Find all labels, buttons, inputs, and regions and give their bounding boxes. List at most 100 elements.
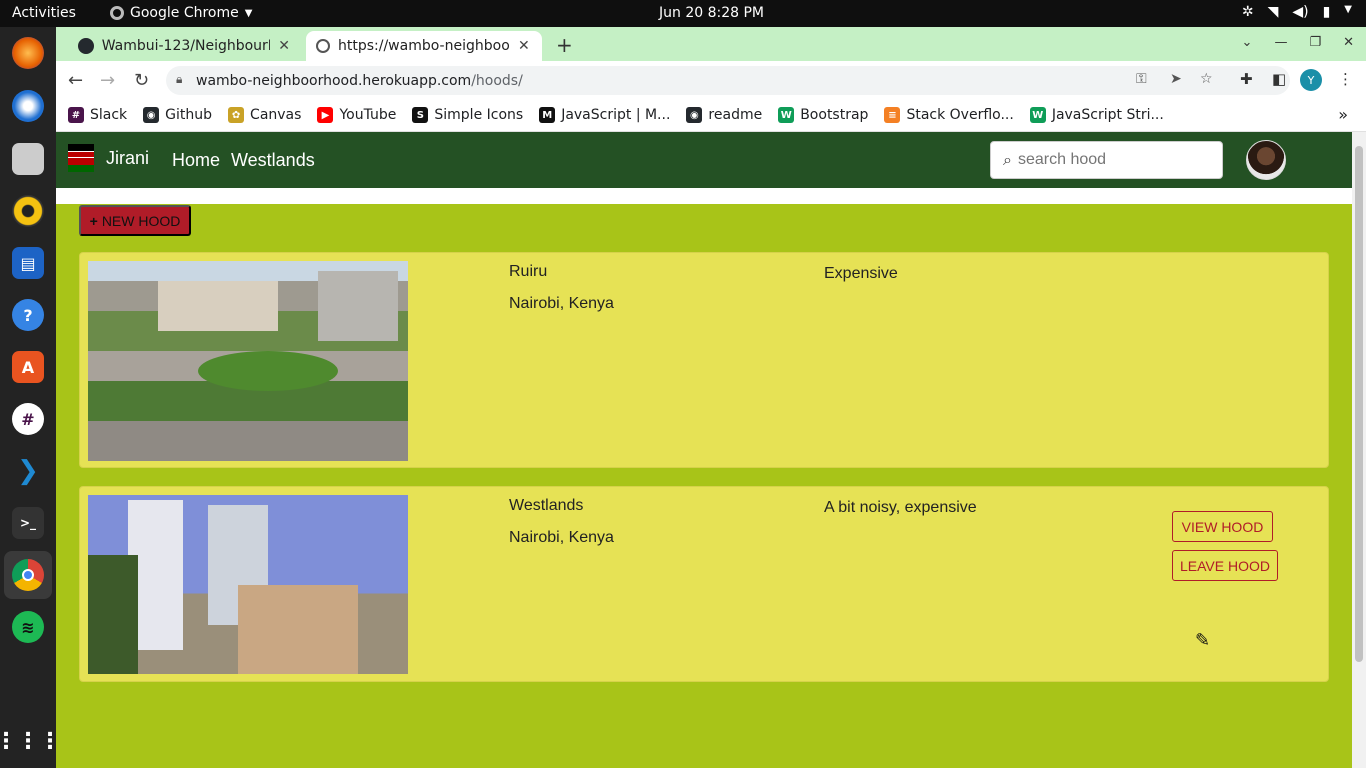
tab-active-site[interactable]: https://wambo-neighboo ✕ — [306, 31, 542, 61]
plus-icon: + — [89, 212, 98, 229]
bookmark-label: JavaScript | M... — [561, 107, 671, 123]
battery-icon: ▮ — [1322, 4, 1331, 20]
bookmark-item[interactable]: ▶ YouTube — [317, 107, 396, 123]
bookmark-favicon-icon: # — [68, 107, 84, 123]
hood-photo-ruiru — [88, 261, 408, 461]
share-icon[interactable]: ➤ — [1170, 71, 1182, 87]
tab-title: https://wambo-neighboo — [338, 38, 510, 54]
window-controls: ⌄ — ❐ ✕ — [1242, 35, 1354, 50]
files-icon[interactable] — [12, 143, 44, 175]
bookmark-label: JavaScript Stri... — [1051, 107, 1164, 123]
bookmark-favicon-icon: ◉ — [143, 107, 160, 123]
close-tab-icon[interactable]: ✕ — [518, 38, 530, 54]
page-scrollbar[interactable] — [1352, 132, 1366, 768]
help-icon[interactable]: ? — [12, 299, 44, 331]
thunderbird-icon[interactable] — [12, 90, 44, 122]
bookmark-star-icon[interactable]: ☆ — [1200, 71, 1213, 87]
bookmark-item[interactable]: W Bootstrap — [778, 107, 868, 123]
hood-name: Ruiru — [509, 263, 548, 280]
bookmark-favicon-icon: W — [1029, 107, 1046, 123]
minimize-icon[interactable]: — — [1274, 35, 1287, 50]
clock[interactable]: Jun 20 8:28 PM — [659, 5, 764, 21]
user-avatar[interactable] — [1246, 140, 1286, 180]
bookmark-label: Slack — [90, 107, 128, 123]
bookmark-label: Stack Overflo... — [906, 107, 1014, 123]
bookmark-item[interactable]: M JavaScript | M... — [539, 107, 670, 123]
lock-icon: 🔒︎ — [176, 72, 183, 86]
hood-location: Nairobi, Kenya — [509, 295, 614, 312]
system-tray[interactable]: ✲ ◥ ◀) ▮ ▼ — [1242, 4, 1352, 20]
bookmark-item[interactable]: # Slack — [68, 107, 127, 123]
bookmark-item[interactable]: ◉ readme — [686, 107, 762, 123]
extensions-icon[interactable]: ✚ — [1240, 70, 1253, 88]
app-grid-icon[interactable]: ⋮⋮⋮ — [0, 725, 61, 757]
globe-icon — [316, 39, 330, 53]
bookmark-favicon-icon: ≡ — [884, 107, 901, 123]
browser-toolbar: ← → ↻ 🔒︎ wambo-neighboorhood.herokuapp.c… — [56, 61, 1366, 99]
view-hood-button[interactable]: VIEW HOOD — [1172, 511, 1273, 542]
leave-hood-button[interactable]: LEAVE HOOD — [1172, 550, 1278, 581]
close-tab-icon[interactable]: ✕ — [278, 38, 290, 54]
tab-search-icon[interactable]: ⌄ — [1242, 35, 1253, 50]
terminal-icon[interactable]: >_ — [12, 507, 44, 539]
rhythmbox-icon[interactable] — [12, 195, 44, 227]
writer-icon[interactable]: ▤ — [12, 247, 44, 279]
bookmark-favicon-icon: M — [539, 107, 556, 123]
volume-icon: ◀) — [1292, 4, 1309, 20]
more-bookmarks-icon[interactable]: » — [1338, 105, 1348, 124]
reload-icon[interactable]: ↻ — [134, 70, 149, 91]
bookmark-label: Github — [165, 107, 213, 123]
dock: ▤ ? A # ❯ >_ ≋ ⋮⋮⋮ — [0, 27, 61, 768]
wifi-icon: ◥ — [1267, 4, 1279, 20]
menu-kebab-icon[interactable]: ⋮ — [1338, 70, 1353, 88]
new-hood-button[interactable]: + NEW HOOD — [79, 205, 191, 236]
bookmark-label: Canvas — [250, 107, 302, 123]
bookmark-label: YouTube — [339, 107, 397, 123]
slack-icon[interactable]: # — [12, 403, 44, 435]
bookmark-item[interactable]: S Simple Icons — [412, 107, 523, 123]
bookmark-favicon-icon: S — [412, 107, 429, 123]
github-icon — [78, 38, 94, 54]
close-window-icon[interactable]: ✕ — [1343, 35, 1354, 50]
hood-description: Expensive — [824, 265, 898, 282]
forward-icon[interactable]: → — [100, 70, 115, 91]
chrome-icon[interactable] — [12, 559, 44, 591]
site-brand[interactable]: Jirani — [68, 144, 149, 172]
bookmark-item[interactable]: ◉ Github — [143, 107, 212, 123]
new-tab-icon[interactable]: + — [556, 33, 573, 57]
key-icon[interactable]: ⚿ — [1136, 71, 1147, 87]
navbar-spacer — [56, 188, 1352, 204]
back-icon[interactable]: ← — [68, 70, 83, 91]
system-top-bar: Activities Google Chrome ▼ Jun 20 8:28 P… — [0, 0, 1366, 27]
hood-photo-westlands — [88, 495, 408, 674]
app-menu[interactable]: Google Chrome ▼ — [110, 5, 252, 21]
address-host: wambo-neighboorhood.herokuapp.com — [196, 72, 472, 89]
chevron-down-icon: ▼ — [1344, 4, 1352, 15]
address-bar[interactable]: 🔒︎ wambo-neighboorhood.herokuapp.com/hoo… — [166, 66, 1290, 95]
search-input[interactable] — [1017, 151, 1208, 169]
firefox-icon[interactable] — [12, 37, 44, 69]
tab-title: Wambui-123/NeighbourH — [101, 38, 271, 54]
profile-avatar[interactable]: Y — [1300, 69, 1322, 91]
hood-card-westlands: Westlands Nairobi, Kenya A bit noisy, ex… — [79, 486, 1329, 682]
bookmarks-bar: # Slack ◉ Github ✿ Canvas ▶ YouTube S Simple Icon… — [56, 99, 1366, 132]
app-menu-label: Google Chrome — [130, 5, 239, 21]
vscode-icon[interactable]: ❯ — [12, 455, 44, 487]
software-icon[interactable]: A — [12, 351, 44, 383]
hood-description: A bit noisy, expensive — [824, 499, 977, 516]
bookmark-item[interactable]: ✿ Canvas — [228, 107, 301, 123]
scrollbar-thumb[interactable] — [1355, 146, 1363, 662]
spotify-icon[interactable]: ≋ — [12, 611, 44, 643]
activities-button[interactable]: Activities — [12, 5, 76, 21]
edit-icon[interactable]: ✎ — [1195, 630, 1210, 651]
bookmark-item[interactable]: W JavaScript Stri... — [1029, 107, 1164, 123]
browser-window: Wambui-123/NeighbourH ✕ https://wambo-ne… — [56, 27, 1366, 768]
restore-icon[interactable]: ❐ — [1309, 35, 1321, 50]
brand-name: Jirani — [106, 147, 150, 168]
tab-github[interactable]: Wambui-123/NeighbourH ✕ — [68, 31, 300, 61]
bookmark-item[interactable]: ≡ Stack Overflo... — [884, 107, 1014, 123]
side-panel-icon[interactable]: ◧ — [1272, 70, 1286, 88]
hood-search[interactable]: ⌕ — [990, 141, 1223, 179]
nav-westlands[interactable]: Westlands — [231, 150, 315, 171]
nav-home[interactable]: Home — [172, 150, 220, 171]
